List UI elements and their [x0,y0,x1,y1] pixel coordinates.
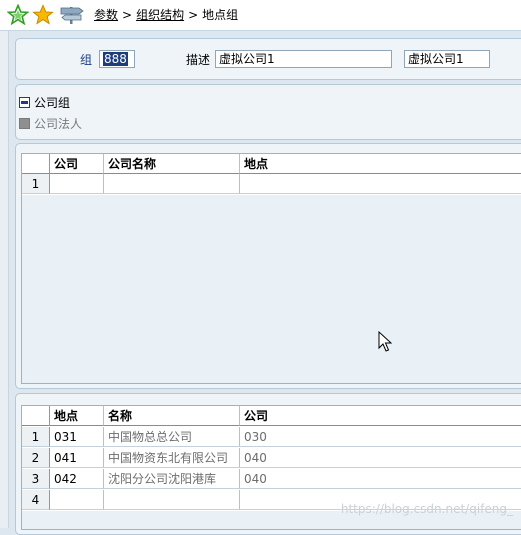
row-number: 1 [22,174,50,194]
cell-company[interactable] [50,174,104,194]
column-header[interactable]: 公司名称 [104,154,240,174]
table-row[interactable]: 1 031 中国物总总公司 030 [22,427,521,447]
table-row[interactable]: 1 [22,174,521,194]
mouse-pointer-icon [378,331,392,352]
left-splitter[interactable] [0,31,9,528]
breadcrumb-current: 地点组 [202,8,239,22]
cell-company-name[interactable] [104,174,240,194]
signpost-icon[interactable] [59,4,85,26]
company-grid: 公司 公司名称 地点 1 [21,153,521,384]
watermark: https://blog.csdn.net/qifeng_ [340,502,513,516]
favorite-star-icon[interactable] [32,4,54,26]
header-form-panel: 组 888 描述 虚拟公司1 虚拟公司1 [15,38,521,80]
cell-location[interactable]: 041 [50,448,104,468]
description-input[interactable]: 虚拟公司1 [215,50,392,68]
grid-header-row: 公司 公司名称 地点 [22,154,521,174]
grid-header-row: 地点 名称 公司 [22,406,521,426]
breadcrumb-org-structure[interactable]: 组织结构 [136,8,184,22]
cell-location[interactable] [50,490,104,510]
cell-company[interactable]: 030 [240,427,521,447]
checked-box-icon [19,96,30,108]
breadcrumb-params[interactable]: 参数 [94,8,118,22]
cell-location[interactable] [240,174,521,194]
group-input[interactable]: 888 [99,50,135,68]
cell-name[interactable]: 中国物资东北有限公司 [104,448,240,468]
cell-name[interactable]: 中国物总总公司 [104,427,240,447]
option-company-legal-label: 公司法人 [34,116,83,131]
group-type-panel [15,84,521,140]
unchecked-box-icon [19,117,30,129]
breadcrumb: 参数 > 组织结构 > 地点组 [94,6,238,23]
table-row[interactable]: 3 042 沈阳分公司沈阳港库 040 [22,469,521,489]
column-header[interactable]: 地点 [240,154,521,174]
toolbar: 参数 > 组织结构 > 地点组 [0,0,521,31]
option-company-group-label: 公司组 [34,95,71,110]
cell-location[interactable]: 042 [50,469,104,489]
group-value: 888 [103,52,128,66]
cell-name[interactable] [104,490,240,510]
group-label: 组 [80,53,93,67]
table-row[interactable]: 2 041 中国物资东北有限公司 040 [22,448,521,468]
option-company-group[interactable]: 公司组 [19,94,70,110]
column-header[interactable]: 名称 [104,406,240,426]
row-number: 4 [22,490,50,510]
row-number-header [22,154,50,174]
description-label: 描述 [186,53,211,67]
cell-name[interactable]: 沈阳分公司沈阳港库 [104,469,240,489]
breadcrumb-separator: > [122,8,133,22]
description-alt-input[interactable]: 虚拟公司1 [404,50,490,68]
cell-company[interactable]: 040 [240,469,521,489]
grid-empty-area [22,195,521,383]
favorite-outline-star-icon[interactable] [7,4,29,26]
row-number: 1 [22,427,50,447]
row-number-header [22,406,50,426]
breadcrumb-separator: > [188,8,199,22]
cell-location[interactable]: 031 [50,427,104,447]
row-number: 2 [22,448,50,468]
column-header[interactable]: 公司 [50,154,104,174]
column-header[interactable]: 地点 [50,406,104,426]
column-header[interactable]: 公司 [240,406,521,426]
option-company-legal[interactable]: 公司法人 [19,115,82,131]
cell-company[interactable]: 040 [240,448,521,468]
row-number: 3 [22,469,50,489]
